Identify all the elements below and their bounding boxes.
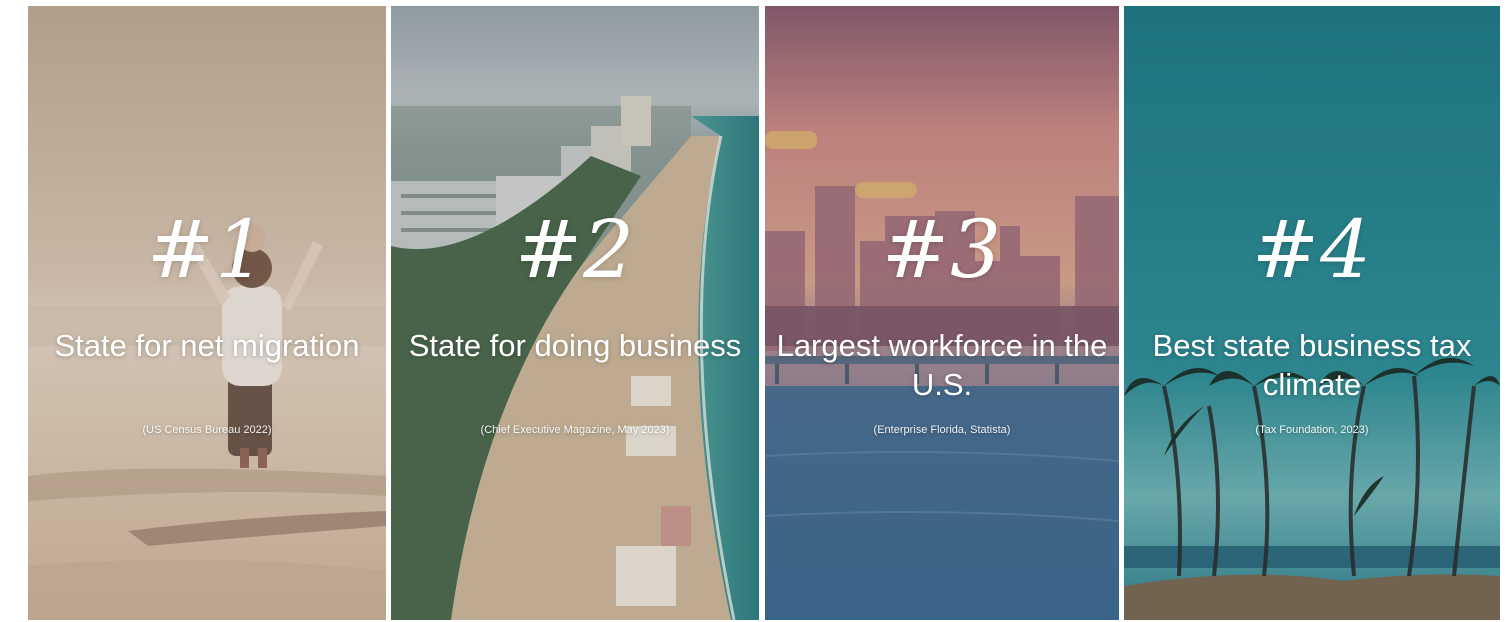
card-content: #3 Largest workforce in the U.S. (Enterp… — [765, 6, 1119, 620]
stats-cards-row: #1 State for net migration (US Census Bu… — [0, 0, 1510, 622]
stat-card-tax-climate: #4 Best state business tax climate (Tax … — [1124, 6, 1500, 620]
card-content: #2 State for doing business (Chief Execu… — [391, 6, 759, 620]
stat-source: (Tax Foundation, 2023) — [1255, 424, 1369, 436]
rank-number: #2 — [515, 203, 635, 296]
stat-headline: State for net migration — [54, 328, 360, 363]
card-content: #1 State for net migration (US Census Bu… — [28, 6, 386, 620]
stat-headline: Best state business tax climate — [1152, 328, 1472, 402]
stat-source: (US Census Bureau 2022) — [142, 424, 272, 436]
stat-source: (Chief Executive Magazine, May 2023) — [480, 424, 670, 436]
stat-card-doing-business: #2 State for doing business (Chief Execu… — [391, 6, 759, 620]
rank-number: #1 — [147, 203, 267, 296]
rank-number: #3 — [882, 203, 1002, 296]
stat-headline: State for doing business — [408, 328, 742, 363]
stat-card-net-migration: #1 State for net migration (US Census Bu… — [28, 6, 386, 620]
rank-number: #4 — [1252, 203, 1372, 296]
stat-headline: Largest workforce in the U.S. — [776, 328, 1108, 402]
stat-card-workforce: #3 Largest workforce in the U.S. (Enterp… — [765, 6, 1119, 620]
stat-source: (Enterprise Florida, Statista) — [873, 424, 1011, 436]
card-content: #4 Best state business tax climate (Tax … — [1124, 6, 1500, 620]
